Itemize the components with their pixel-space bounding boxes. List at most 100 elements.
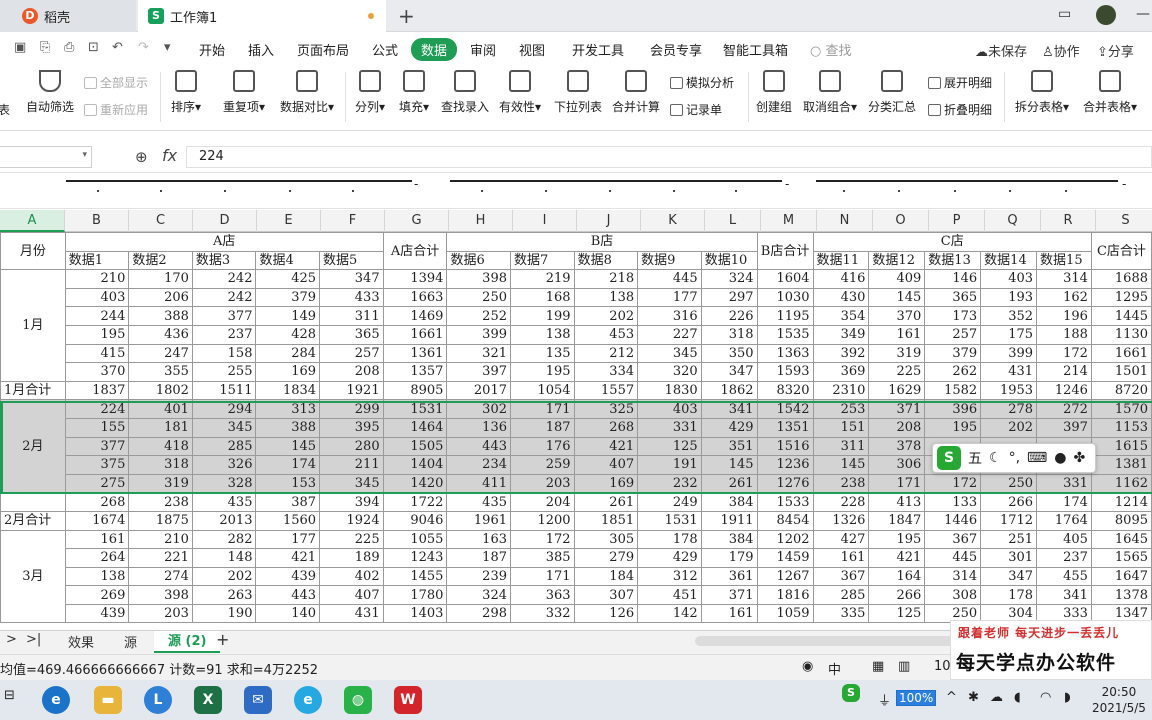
input-lang[interactable]: 中 [828, 659, 841, 678]
total-cell[interactable]: 1511 [191, 380, 257, 401]
column-header-c[interactable]: C [129, 210, 193, 232]
data-cell[interactable]: 416 [812, 269, 870, 289]
data-cell[interactable]: 397 [446, 362, 511, 382]
data-cell[interactable]: 429 [700, 417, 758, 438]
data-cell[interactable]: 1202 [756, 529, 814, 550]
horizontal-scrollbar[interactable] [695, 636, 955, 646]
data-cell[interactable]: 332 [510, 603, 575, 624]
wps-icon[interactable]: W [394, 686, 422, 714]
data-cell[interactable]: 411 [446, 473, 511, 494]
bluetooth-icon[interactable]: ✱ [968, 690, 979, 705]
total-cell[interactable]: 2017 [446, 380, 511, 401]
data-cell[interactable]: 306 [868, 455, 926, 475]
data-header[interactable]: 数据14 [980, 250, 1038, 271]
data-cell[interactable]: 1688 [1090, 269, 1152, 289]
add-sheet-button[interactable]: + [216, 630, 229, 649]
sheet-tab-source-2[interactable]: 源 (2) [154, 631, 221, 653]
redo-icon[interactable]: ↷ [138, 40, 149, 55]
data-cell[interactable]: 1445 [1090, 306, 1152, 326]
data-cell[interactable]: 263 [191, 585, 257, 605]
table-row[interactable]: 138 274 202 439 402 1455 239 171 184 312 361 1267 36… [1, 566, 1152, 587]
data-cell[interactable]: 195 [64, 324, 130, 345]
total-cell[interactable]: 1446 [924, 510, 982, 531]
data-cell[interactable]: 1295 [1090, 287, 1152, 308]
total-row[interactable]: 1月合计 1837 1802 1511 1834 1921 8905 2017 1054 1557… [0, 380, 1152, 401]
data-cell[interactable]: 214 [1036, 362, 1092, 382]
apps-icon[interactable]: ✤ [1073, 450, 1085, 466]
data-cell[interactable]: 208 [868, 417, 926, 438]
data-cell[interactable]: 334 [573, 362, 639, 382]
data-cell[interactable]: 398 [128, 585, 193, 605]
data-cell[interactable]: 1455 [382, 566, 448, 587]
menu-review[interactable]: 审阅 [470, 40, 496, 59]
data-cell[interactable]: 451 [637, 585, 702, 605]
data-cell[interactable]: 184 [573, 566, 639, 587]
chevron-up-icon[interactable]: ^ [946, 690, 957, 705]
data-cell[interactable]: 195 [868, 529, 926, 550]
data-cell[interactable]: 341 [700, 399, 758, 419]
sheet-tab-effect[interactable]: 效果 [68, 632, 94, 651]
data-cell[interactable]: 407 [319, 585, 384, 605]
data-cell[interactable]: 171 [868, 473, 926, 494]
data-cell[interactable]: 363 [510, 585, 575, 605]
split-table-button[interactable]: 拆分表格▾ [1012, 70, 1072, 115]
compare-button[interactable]: 数据对比▾ [276, 70, 338, 115]
reapply-button[interactable]: 重新应用 [84, 101, 148, 118]
data-cell[interactable]: 251 [980, 529, 1038, 550]
data-cell[interactable]: 170 [128, 269, 193, 289]
data-cell[interactable]: 161 [64, 529, 130, 550]
month-cell[interactable]: 2月 [0, 399, 66, 494]
data-cell[interactable]: 435 [191, 492, 257, 512]
ungroup-button[interactable]: 取消组合▾ [800, 70, 860, 115]
data-cell[interactable]: 421 [573, 436, 639, 457]
total-row[interactable]: 2月合计 1674 1875 2013 1560 1924 9046 1961 1200 1851… [0, 510, 1152, 531]
data-cell[interactable]: 176 [510, 436, 575, 457]
data-cell[interactable]: 1404 [382, 455, 448, 475]
data-cell[interactable]: 272 [1036, 399, 1092, 419]
zoom-formula-icon[interactable]: ⊕ [135, 148, 148, 166]
data-cell[interactable]: 146 [924, 269, 982, 289]
data-cell[interactable]: 174 [1036, 492, 1092, 512]
data-cell[interactable]: 413 [868, 492, 926, 512]
lookup-entry-button[interactable]: 查找录入 [439, 70, 491, 115]
data-cell[interactable]: 138 [573, 287, 639, 308]
data-cell[interactable]: 142 [637, 603, 702, 624]
data-cell[interactable]: 313 [255, 399, 321, 419]
menu-page-layout[interactable]: 页面布局 [297, 40, 349, 59]
store-c-header[interactable]: C店 [812, 232, 1092, 252]
data-cell[interactable]: 375 [64, 455, 130, 475]
data-cell[interactable]: 218 [573, 269, 639, 289]
folder-icon[interactable]: ▬ [94, 686, 122, 714]
validity-button[interactable]: 有效性▾ [497, 70, 543, 115]
sheet-tab-source[interactable]: 源 [124, 632, 137, 651]
data-cell[interactable]: 174 [255, 455, 321, 475]
data-cell[interactable]: 455 [1036, 566, 1092, 587]
total-label[interactable]: 2月合计 [0, 510, 66, 531]
table-row[interactable]: 2月 224 401 294 313 299 1531 302 171 325 403 341 1542… [0, 399, 1152, 494]
data-cell[interactable]: 163 [446, 529, 511, 550]
data-cell[interactable]: 347 [700, 362, 758, 382]
data-cell[interactable]: 402 [319, 566, 384, 587]
data-cell[interactable]: 219 [510, 269, 575, 289]
menu-home[interactable]: 开始 [199, 40, 225, 59]
data-cell[interactable]: 431 [980, 362, 1038, 382]
data-cell[interactable]: 1780 [382, 585, 448, 605]
data-cell[interactable]: 1030 [756, 287, 814, 308]
data-cell[interactable]: 1542 [756, 399, 814, 419]
data-cell[interactable]: 173 [924, 306, 982, 326]
total-cell[interactable]: 1629 [868, 380, 926, 401]
data-cell[interactable]: 187 [446, 548, 511, 568]
collapse-group-a-icon[interactable]: - [414, 177, 418, 191]
fill-button[interactable]: 填充▾ [394, 70, 434, 115]
data-cell[interactable]: 371 [700, 585, 758, 605]
expand-detail-button[interactable]: 展开明细 [928, 74, 992, 91]
data-cell[interactable]: 324 [446, 585, 511, 605]
data-cell[interactable]: 385 [510, 548, 575, 568]
split-column-button[interactable]: 分列▾ [350, 70, 390, 115]
table-row[interactable]: 244 388 377 149 311 1469 252 199 202 316 226 1195 35… [1, 306, 1152, 326]
data-cell[interactable]: 445 [637, 269, 702, 289]
data-cell[interactable]: 407 [573, 455, 639, 475]
volume-icon[interactable]: ◖ [1014, 690, 1021, 705]
data-header[interactable]: 数据11 [812, 250, 870, 271]
data-cell[interactable]: 439 [255, 566, 321, 587]
